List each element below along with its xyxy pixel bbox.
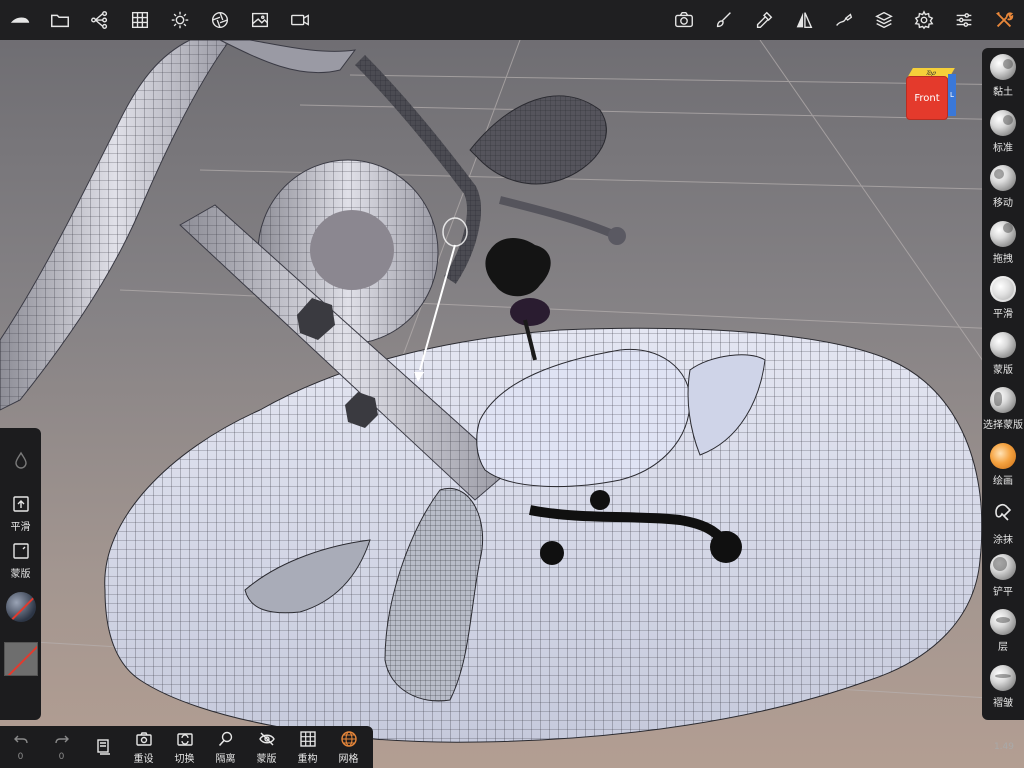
tool-label: 绘画	[993, 475, 1013, 487]
tool-label: 选择蒙版	[983, 420, 1023, 431]
tool-label: 拖拽	[993, 253, 1013, 265]
tool-label: 黏土	[993, 87, 1013, 98]
standard-tool-icon	[990, 109, 1016, 136]
tool-clay[interactable]: 黏土	[982, 54, 1024, 110]
switch-label: 切换	[174, 753, 195, 765]
folder-icon[interactable]	[40, 0, 80, 40]
drop-icon	[14, 451, 27, 469]
undo-count: 0	[17, 752, 24, 762]
mask-tool-icon	[990, 331, 1016, 358]
sliders-icon[interactable]	[944, 0, 984, 40]
tool-label: 层	[998, 642, 1008, 653]
reset-button[interactable]: 重设	[123, 726, 164, 768]
redo-button[interactable]: 0	[41, 726, 82, 768]
top-toolbar	[0, 0, 1024, 40]
material-ball[interactable]	[5, 592, 36, 622]
tool-smooth[interactable]: 平滑	[982, 276, 1024, 332]
sculpt-tools-panel: 黏土 标准 移动 拖拽 平滑 蒙版 选择蒙版 绘画 涂抹 铲平 层 褶皱	[982, 48, 1024, 720]
tool-mask[interactable]: 蒙版	[982, 331, 1024, 388]
isolate-label: 隔离	[215, 753, 236, 765]
mask-shortcut-icon	[12, 543, 29, 559]
logo-icon[interactable]	[0, 0, 40, 40]
tool-drag[interactable]: 拖拽	[982, 220, 1024, 277]
version-label: 1.49	[993, 742, 1014, 752]
left-smooth-label: 平滑	[10, 522, 31, 533]
smooth-shortcut-icon	[12, 496, 29, 512]
redo-count: 0	[58, 752, 65, 762]
wireframe-button[interactable]: 网格	[328, 726, 369, 768]
tool-label: 蒙版	[993, 364, 1013, 376]
tool-standard[interactable]: 标准	[982, 109, 1024, 166]
scene-tree-icon[interactable]	[80, 0, 120, 40]
camera-reset-icon	[135, 731, 152, 746]
tool-label: 涂抹	[993, 535, 1013, 546]
left-mask-label: 蒙版	[10, 569, 31, 580]
brush-settings-icon[interactable]	[704, 0, 744, 40]
left-side-panel: 平滑 蒙版	[0, 428, 41, 720]
wireframe-label: 网格	[338, 753, 359, 765]
mask-toggle-label: 蒙版	[256, 753, 277, 765]
magnifier-icon	[218, 731, 232, 746]
move-tool-icon	[990, 165, 1016, 191]
object-list-button[interactable]	[82, 726, 123, 768]
layer-tool-icon	[990, 609, 1016, 635]
tool-label: 褶皱	[993, 697, 1013, 709]
clay-tool-icon	[990, 54, 1016, 80]
tool-flatten[interactable]: 铲平	[982, 553, 1024, 610]
remesh-label: 重构	[297, 753, 318, 765]
switch-button[interactable]: 切换	[164, 726, 205, 768]
light-icon[interactable]	[160, 0, 200, 40]
tool-move[interactable]: 移动	[982, 165, 1024, 221]
cube-side-face[interactable]: L	[948, 74, 956, 116]
left-mask-button[interactable]: 蒙版	[11, 541, 31, 580]
bottom-toolbar: 0 0 重设 切换 隔离 蒙版 重构 网格	[0, 726, 373, 768]
eye-off-icon	[258, 732, 275, 745]
tool-label: 标准	[993, 142, 1013, 154]
flatten-tool-icon	[990, 553, 1016, 580]
remesh-grid-icon	[299, 730, 316, 747]
tool-label: 铲平	[993, 586, 1013, 598]
tool-paint[interactable]: 绘画	[982, 442, 1024, 499]
isolate-button[interactable]: 隔离	[205, 726, 246, 768]
sculpt-viewport[interactable]	[0, 0, 1024, 768]
remesh-button[interactable]: 重构	[287, 726, 328, 768]
paint-tool-icon	[990, 442, 1016, 469]
smooth-tool-icon	[990, 276, 1016, 302]
undo-button[interactable]: 0	[0, 726, 41, 768]
color-swatch[interactable]	[3, 642, 38, 676]
navigation-cube[interactable]: Top Front L	[906, 68, 956, 120]
tool-crease[interactable]: 褶皱	[982, 664, 1024, 721]
tool-smudge[interactable]: 涂抹	[982, 498, 1024, 554]
reset-label: 重设	[133, 753, 154, 765]
video-icon[interactable]	[280, 0, 320, 40]
tool-layer[interactable]: 层	[982, 609, 1024, 665]
cube-front-face[interactable]: Front	[906, 76, 948, 120]
tool-label: 平滑	[993, 309, 1013, 320]
select-mask-tool-icon	[990, 387, 1016, 413]
dropper-icon[interactable]	[744, 0, 784, 40]
layers-icon[interactable]	[864, 0, 904, 40]
background-image-icon[interactable]	[240, 0, 280, 40]
book-icon	[96, 739, 110, 755]
drag-tool-icon	[990, 220, 1016, 247]
stroke-icon[interactable]	[824, 0, 864, 40]
smudge-tool-icon	[990, 498, 1016, 528]
tool-select-mask[interactable]: 选择蒙版	[982, 387, 1024, 443]
wireframe-sphere-icon	[340, 730, 357, 747]
mesh-scene	[0, 39, 1024, 768]
opacity-slider[interactable]	[11, 450, 31, 470]
crease-tool-icon	[990, 664, 1016, 691]
tool-label: 移动	[993, 198, 1013, 209]
redo-icon	[54, 735, 69, 744]
grid-icon[interactable]	[120, 0, 160, 40]
camera-settings-icon[interactable]	[200, 0, 240, 40]
switch-icon	[176, 732, 193, 746]
tools-icon[interactable]	[984, 0, 1024, 40]
undo-icon	[13, 735, 28, 744]
left-smooth-button[interactable]: 平滑	[11, 494, 31, 533]
symmetry-icon[interactable]	[784, 0, 824, 40]
mask-toggle-button[interactable]: 蒙版	[246, 726, 287, 768]
camera-icon[interactable]	[664, 0, 704, 40]
gear-icon[interactable]	[904, 0, 944, 40]
